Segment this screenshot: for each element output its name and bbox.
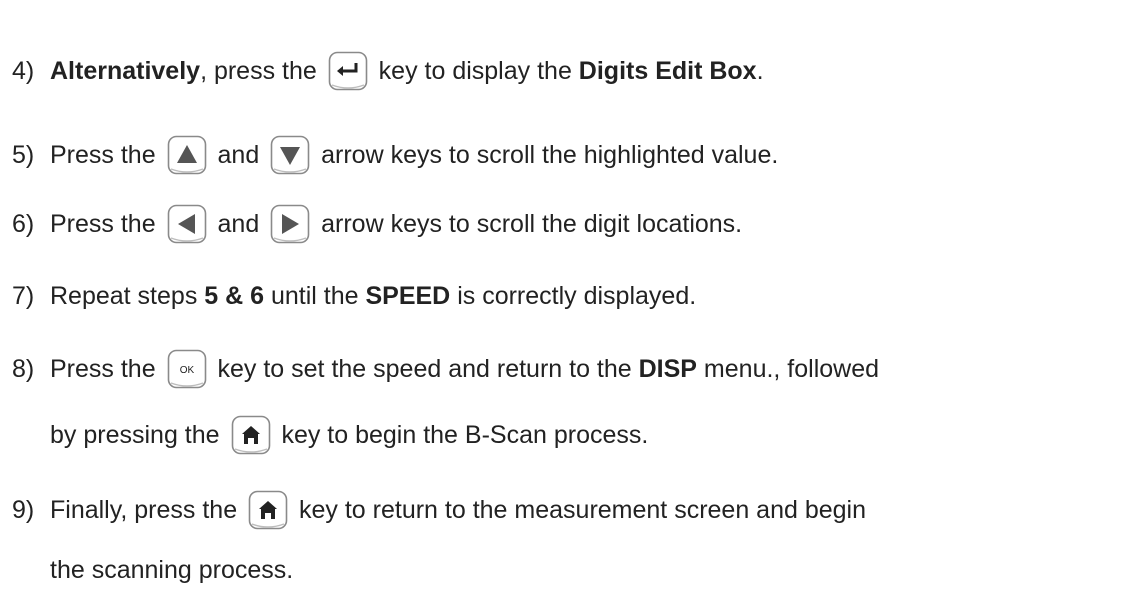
home-icon — [248, 490, 288, 530]
text-run: and — [210, 210, 267, 238]
step-number: 9) — [12, 496, 35, 524]
home-icon — [231, 415, 271, 455]
text-run: . — [756, 57, 764, 85]
text-run: key to return to the measurement screen … — [292, 496, 867, 524]
text-run: key to begin the B-Scan process. — [274, 421, 649, 449]
text-run: is correctly displayed. — [450, 282, 697, 310]
step-9-continued: the scanning process. — [50, 555, 293, 585]
step-8: 8) Press the OK key to set the speed and … — [12, 349, 879, 389]
text-run: menu., followed — [696, 355, 880, 383]
step-number: 7) — [12, 282, 35, 310]
right-arrow-icon — [270, 204, 310, 244]
step-number: 5) — [12, 141, 35, 169]
ok-key-label: OK — [179, 365, 194, 376]
step-number: 6) — [12, 210, 35, 238]
text-run: and — [210, 141, 267, 169]
ok-key-icon: OK — [167, 349, 207, 389]
bold-text: SPEED — [365, 282, 451, 310]
bold-text: DISP — [638, 355, 697, 383]
text-run: , press the — [200, 57, 324, 85]
step-5: 5) Press the and arrow keys to scroll the… — [12, 135, 778, 175]
text-run: Finally, press the — [50, 496, 245, 524]
step-6: 6) Press the and arrow keys to scroll the… — [12, 204, 742, 244]
step-7: 7) Repeat steps 5 & 6 until the SPEED is … — [12, 281, 696, 311]
enter-icon — [328, 51, 368, 91]
step-8-continued: by pressing the key to begin the B-Scan … — [50, 415, 648, 455]
text-run: the scanning process. — [50, 556, 294, 584]
text-run: until the — [264, 282, 366, 310]
text-run: Press the — [50, 210, 163, 238]
text-run: by pressing the — [50, 421, 227, 449]
step-9: 9) Finally, press the key to return to th… — [12, 490, 866, 530]
step-number: 8) — [12, 355, 35, 383]
up-arrow-icon — [167, 135, 207, 175]
left-arrow-icon — [167, 204, 207, 244]
down-arrow-icon — [270, 135, 310, 175]
text-run: Repeat steps — [50, 282, 205, 310]
text-run: arrow keys to scroll the highlighted val… — [314, 141, 779, 169]
text-run: Press the — [50, 355, 163, 383]
text-run: key to set the speed and return to the — [210, 355, 639, 383]
step-number: 4) — [12, 57, 35, 85]
bold-text: Digits Edit Box — [578, 57, 757, 85]
text-run: key to display the — [371, 57, 579, 85]
step-4: 4) Alternatively, press the key to displa… — [12, 51, 764, 91]
text-run: arrow keys to scroll the digit locations… — [314, 210, 743, 238]
bold-text: Alternatively — [50, 57, 201, 85]
text-run: Press the — [50, 141, 163, 169]
bold-text: 5 & 6 — [204, 282, 265, 310]
